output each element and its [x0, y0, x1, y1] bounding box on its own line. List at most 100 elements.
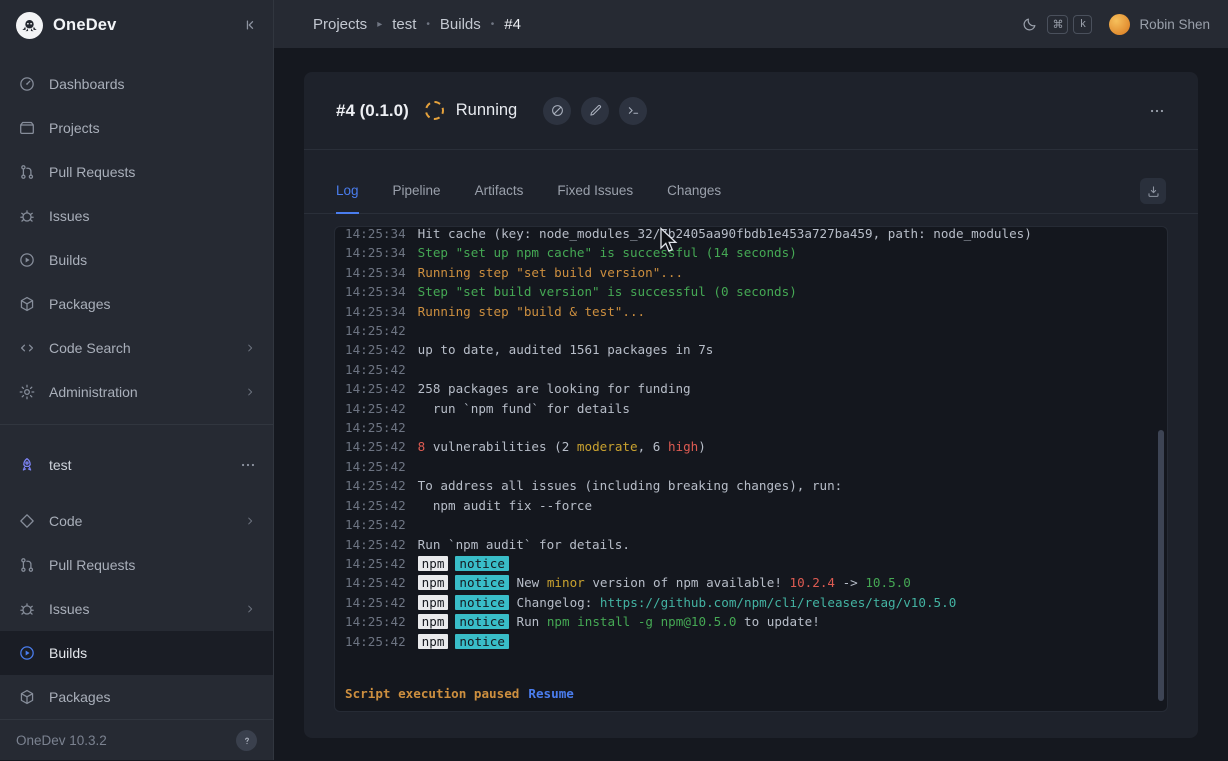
log-segment: npm install -g npm@10.5.0 — [547, 614, 737, 629]
log-content: Run `npm audit` for details. — [418, 535, 630, 554]
log-timestamp: 14:25:42 — [345, 360, 406, 379]
log-timestamp: 14:25:42 — [345, 496, 406, 515]
resume-link[interactable]: Resume — [528, 686, 574, 701]
project-name: test — [49, 457, 226, 473]
sidebar-item-code[interactable]: Code — [0, 499, 273, 543]
log-segment: Running step "set build version"... — [418, 265, 683, 280]
log-scrollbar-thumb[interactable] — [1158, 430, 1164, 701]
sidebar-item-builds[interactable]: Builds — [0, 631, 273, 675]
build-header: #4 (0.1.0) Running — [304, 72, 1198, 150]
chevron-right-icon — [243, 514, 257, 528]
download-log-button[interactable] — [1140, 178, 1166, 204]
tab-changes[interactable]: Changes — [667, 183, 721, 213]
log-line: 14:25:34Hit cache (key: node_modules_32/… — [345, 227, 1157, 243]
log-line: 14:25:42 — [345, 321, 1157, 340]
log-line: 14:25:42Run `npm audit` for details. — [345, 535, 1157, 554]
log-timestamp: 14:25:34 — [345, 263, 406, 282]
log-timestamp: 14:25:42 — [345, 515, 406, 534]
projects-icon — [18, 119, 36, 137]
sidebar-item-code-search[interactable]: Code Search — [0, 326, 273, 370]
log-line: 14:25:42npmnotice — [345, 632, 1157, 651]
log-line: 14:25:42 — [345, 360, 1157, 379]
log-line: 14:25:42npmnotice Run npm install -g npm… — [345, 612, 1157, 631]
build-more-button[interactable] — [1148, 102, 1166, 120]
log-segment: moderate — [577, 439, 638, 454]
log-timestamp: 14:25:42 — [345, 418, 406, 437]
edit-build-button[interactable] — [581, 97, 609, 125]
sidebar-item-pull-requests[interactable]: Pull Requests — [0, 150, 273, 194]
breadcrumb-item-projects[interactable]: Projects — [313, 16, 367, 33]
tab-artifacts[interactable]: Artifacts — [475, 183, 524, 213]
code-search-icon — [18, 339, 36, 357]
breadcrumb-item-builds[interactable]: Builds — [440, 16, 481, 33]
sidebar-item-label: Builds — [49, 645, 257, 661]
build-title: #4 (0.1.0) — [336, 101, 409, 121]
web-terminal-button[interactable] — [619, 97, 647, 125]
log-line: 14:25:42up to date, audited 1561 package… — [345, 340, 1157, 359]
sidebar-project-row[interactable]: test — [0, 443, 273, 487]
onedev-logo[interactable] — [16, 12, 43, 39]
build-card: #4 (0.1.0) Running Log Pipeline Artifacts F… — [304, 72, 1198, 738]
log-content: run `npm fund` for details — [418, 399, 630, 418]
builds-icon — [18, 644, 36, 662]
sidebar-item-builds[interactable]: Builds — [0, 238, 273, 282]
sidebar-item-label: Code Search — [49, 340, 230, 356]
log-segment: -> — [835, 575, 865, 590]
log-content: npmnotice — [418, 554, 509, 573]
cancel-build-button[interactable] — [543, 97, 571, 125]
user-avatar[interactable] — [1109, 14, 1130, 35]
log-timestamp: 14:25:42 — [345, 321, 406, 340]
sidebar-item-label: Pull Requests — [49, 557, 257, 573]
sidebar-item-label: Packages — [49, 296, 257, 312]
main-content: #4 (0.1.0) Running Log Pipeline Artifacts F… — [274, 48, 1228, 760]
log-segment: vulnerabilities (2 — [425, 439, 577, 454]
sidebar: OneDev DashboardsProjectsPull RequestsIs… — [0, 0, 274, 760]
keycap[interactable]: k — [1073, 15, 1092, 34]
sidebar-item-issues[interactable]: Issues — [0, 194, 273, 238]
sidebar-item-issues[interactable]: Issues — [0, 587, 273, 631]
log-segment: Run `npm audit` for details. — [418, 537, 630, 552]
collapse-sidebar-button[interactable] — [241, 16, 259, 34]
log-segment: Step "set build version" is successful (… — [418, 284, 797, 299]
pull-request-icon — [18, 556, 36, 574]
log-line: 14:25:42To address all issues (including… — [345, 476, 1157, 495]
build-tabs: Log Pipeline Artifacts Fixed Issues Changes — [336, 183, 721, 213]
sidebar-item-administration[interactable]: Administration — [0, 370, 273, 414]
project-more-button[interactable] — [239, 456, 257, 474]
help-icon — [240, 734, 254, 748]
notice-badge: notice — [455, 556, 509, 571]
keycap[interactable]: ⌘ — [1047, 15, 1068, 34]
sidebar-item-packages[interactable]: Packages — [0, 282, 273, 326]
log-link[interactable]: https://github.com/npm/cli/releases/tag/… — [600, 595, 956, 610]
breadcrumb-item-test[interactable]: test — [392, 16, 416, 33]
sidebar-main-nav: DashboardsProjectsPull RequestsIssuesBui… — [0, 50, 273, 414]
packages-icon — [18, 295, 36, 313]
log-segment: minor — [547, 575, 585, 590]
log-line: 14:25:42 — [345, 515, 1157, 534]
log-timestamp: 14:25:42 — [345, 593, 406, 612]
log-segment: 10.2.4 — [789, 575, 835, 590]
dark-mode-toggle[interactable] — [1021, 16, 1038, 33]
tab-log[interactable]: Log — [336, 183, 359, 213]
issues-icon — [18, 207, 36, 225]
tab-fixed-issues[interactable]: Fixed Issues — [557, 183, 633, 213]
log-segment: npm audit fix --force — [418, 498, 592, 513]
user-name[interactable]: Robin Shen — [1139, 17, 1210, 32]
log-segment: 10.5.0 — [865, 575, 911, 590]
breadcrumb-separator: ▸ — [377, 19, 382, 30]
sidebar-item-pull-requests[interactable]: Pull Requests — [0, 543, 273, 587]
tab-pipeline[interactable]: Pipeline — [393, 183, 441, 213]
rocket-icon — [18, 456, 36, 474]
shortcut-hint: ⌘k — [1047, 15, 1092, 34]
sidebar-item-dashboards[interactable]: Dashboards — [0, 62, 273, 106]
sidebar-item-projects[interactable]: Projects — [0, 106, 273, 150]
notice-badge: notice — [455, 614, 509, 629]
log-timestamp: 14:25:42 — [345, 379, 406, 398]
packages-icon — [18, 688, 36, 706]
sidebar-item-label: Issues — [49, 601, 230, 617]
log-segment: Step "set up npm cache" is successful (1… — [418, 245, 797, 260]
help-button[interactable] — [236, 730, 257, 751]
log-timestamp: 14:25:42 — [345, 437, 406, 456]
log-timestamp: 14:25:34 — [345, 227, 406, 243]
sidebar-item-packages[interactable]: Packages — [0, 675, 273, 719]
